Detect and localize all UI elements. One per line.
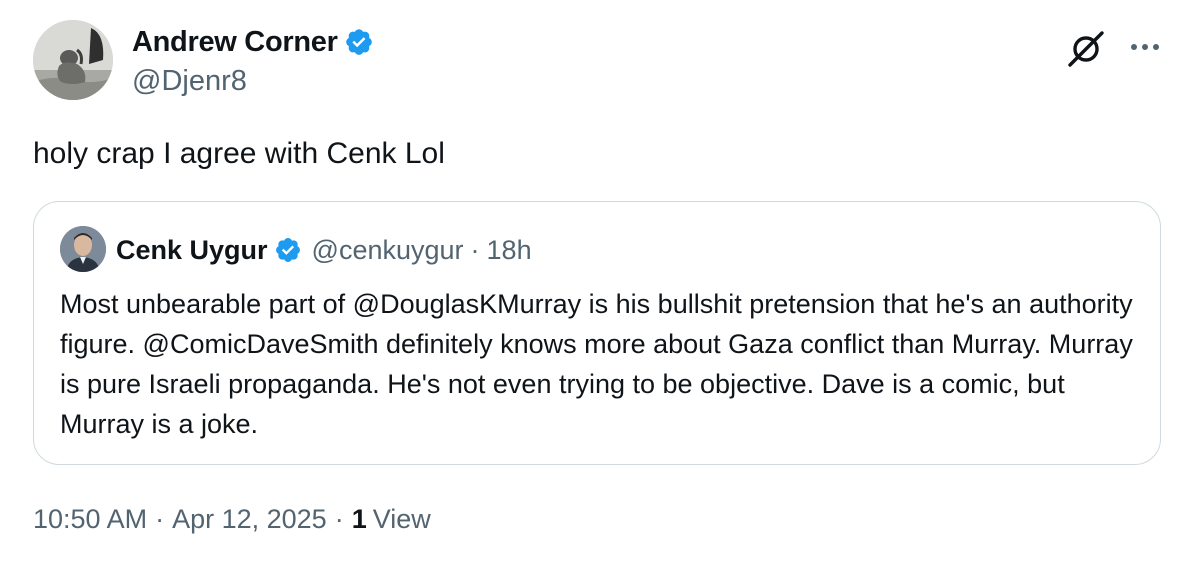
quoted-tweet-time[interactable]: 18h	[487, 235, 532, 266]
author-avatar-image	[33, 20, 113, 100]
quoted-tweet-text: Most unbearable part of @DouglasKMurray …	[60, 289, 1133, 439]
verified-badge-icon	[344, 27, 374, 57]
meta-separator: ·	[155, 504, 165, 534]
tweet-meta: 10:50 AM · Apr 12, 2025 · 1 View	[33, 504, 431, 535]
author-avatar[interactable]	[33, 20, 113, 100]
quoted-header-separator: ·	[470, 234, 480, 265]
meta-separator: ·	[334, 504, 344, 534]
quoted-tweet-header: Cenk Uygur @cenkuygur · 18h	[116, 230, 532, 270]
quoted-author-handle[interactable]: @cenkuygur	[312, 235, 464, 266]
quoted-avatar-image	[60, 226, 106, 272]
verified-badge-icon	[274, 236, 302, 264]
author-handle[interactable]: @Djenr8	[132, 65, 247, 98]
grok-icon[interactable]	[1066, 30, 1106, 68]
quoted-tweet[interactable]: Cenk Uygur @cenkuygur · 18h Most unbeara…	[33, 201, 1161, 465]
tweet-time[interactable]: 10:50 AM	[33, 504, 147, 535]
more-options-icon[interactable]	[1125, 32, 1165, 62]
tweet-container: Andrew Corner @Djenr8 holy crap I agree …	[0, 0, 1193, 563]
views-count: 1	[351, 504, 367, 534]
tweet-date[interactable]: Apr 12, 2025	[172, 504, 327, 535]
author-name-row: Andrew Corner	[132, 22, 374, 62]
quoted-author-avatar[interactable]	[60, 226, 106, 272]
author-name[interactable]: Andrew Corner	[132, 26, 338, 59]
quoted-author-name[interactable]: Cenk Uygur	[116, 235, 268, 266]
tweet-text: holy crap I agree with Cenk Lol	[33, 137, 445, 170]
views-label[interactable]: View	[373, 504, 431, 535]
